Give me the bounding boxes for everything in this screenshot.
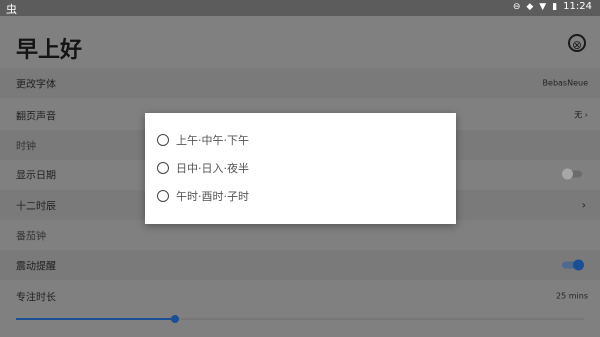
status-icons: ⊖ ◆ ▼ ▮ 11:24 bbox=[513, 1, 592, 12]
minus-circle-icon: ⊖ bbox=[512, 1, 521, 12]
slider-fill bbox=[16, 318, 175, 320]
page-title: 早上好 bbox=[16, 38, 83, 63]
focus-duration-slider[interactable] bbox=[16, 315, 584, 323]
setting-focus-duration-value: 25 mins bbox=[556, 291, 588, 301]
radio-button-icon[interactable] bbox=[157, 190, 169, 202]
status-time: 11:24 bbox=[563, 1, 592, 12]
chevron-right-icon: › bbox=[581, 198, 586, 212]
setting-show-date-label: 显示日期 bbox=[16, 170, 56, 182]
setting-page-sound-value: 无 › bbox=[574, 110, 588, 120]
wifi-icon: ▼ bbox=[539, 1, 547, 12]
radio-button-icon[interactable] bbox=[157, 162, 169, 174]
setting-focus-duration-row: 专注时长 25 mins bbox=[0, 281, 600, 311]
setting-vibrate-label: 震动提醒 bbox=[16, 261, 56, 273]
toggle-knob bbox=[573, 259, 584, 271]
diamond-icon: ◆ bbox=[526, 1, 534, 12]
time-format-dialog: 上午·中午·下午 日中·日入·夜半 午时·酉时·子时 bbox=[145, 113, 456, 224]
setting-page-sound-label: 翻页声音 bbox=[16, 111, 56, 123]
section-tomato: 番茄钟 bbox=[0, 220, 600, 250]
app-notification-icon: 虫 bbox=[6, 3, 17, 16]
vibrate-toggle[interactable] bbox=[562, 259, 584, 271]
dialog-option-label: 午时·酉时·子时 bbox=[176, 190, 249, 203]
setting-twelve-hours-label: 十二时辰 bbox=[16, 201, 56, 213]
section-tomato-label: 番茄钟 bbox=[16, 231, 46, 243]
dialog-option-label: 日中·日入·夜半 bbox=[176, 162, 249, 175]
section-clock-label: 时钟 bbox=[16, 141, 36, 153]
dialog-option-label: 上午·中午·下午 bbox=[176, 134, 249, 147]
setting-focus-duration-label: 专注时长 bbox=[16, 292, 56, 304]
show-date-toggle[interactable] bbox=[562, 168, 582, 180]
toggle-knob bbox=[562, 168, 573, 180]
battery-icon: ▮ bbox=[552, 1, 558, 12]
dialog-option-1[interactable]: 上午·中午·下午 bbox=[145, 126, 456, 154]
slider-thumb[interactable] bbox=[171, 315, 179, 323]
setting-font-label: 更改字体 bbox=[16, 79, 56, 91]
setting-vibrate-row[interactable]: 震动提醒 bbox=[0, 250, 600, 280]
close-icon[interactable]: ⊗ bbox=[568, 34, 586, 52]
setting-font-value: BebasNeue bbox=[542, 78, 588, 88]
dialog-option-2[interactable]: 日中·日入·夜半 bbox=[145, 154, 456, 182]
dialog-option-3[interactable]: 午时·酉时·子时 bbox=[145, 182, 456, 210]
status-bar: 虫 ⊖ ◆ ▼ ▮ 11:24 bbox=[0, 0, 600, 16]
radio-button-icon[interactable] bbox=[157, 134, 169, 146]
chevron-right-icon: › bbox=[584, 110, 588, 120]
setting-font-row[interactable]: 更改字体 BebasNeue bbox=[0, 68, 600, 98]
